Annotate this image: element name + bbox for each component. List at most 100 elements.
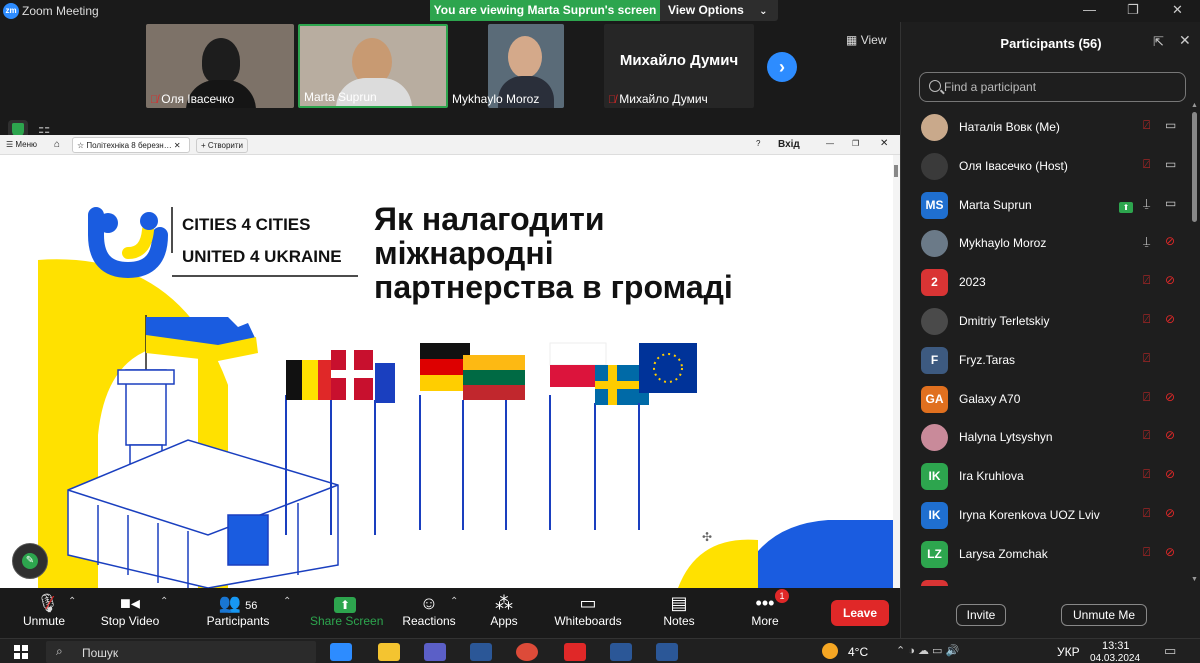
pdf-icon[interactable] xyxy=(564,643,586,661)
video-off-icon[interactable]: ⊘ xyxy=(1165,234,1175,248)
close-button[interactable]: ✕ xyxy=(1172,2,1183,18)
unmute-button[interactable]: 🎙⁄ Unmute xyxy=(18,588,70,638)
home-icon[interactable]: ⌂ xyxy=(54,139,60,150)
slide-scrollbar[interactable] xyxy=(893,155,900,588)
browser-tab[interactable]: ☆ Політехніка 8 березн… ✕ xyxy=(72,137,190,153)
mic-muted-icon[interactable]: ⍁ xyxy=(1143,467,1150,482)
login-button[interactable]: Вхід xyxy=(778,139,800,150)
video-off-icon[interactable]: ⊘ xyxy=(1165,545,1175,559)
participant-row[interactable]: Mykhaylo Moroz ⍊ ⊘ xyxy=(901,224,1191,263)
participant-name: Iryna Korenkova UOZ Lviv xyxy=(959,507,1100,522)
search-input[interactable] xyxy=(944,77,1179,97)
file-explorer-icon[interactable] xyxy=(378,643,400,661)
audio-options-chevron-icon[interactable]: ⌃ xyxy=(68,596,76,607)
new-tab-button[interactable]: + Створити xyxy=(196,138,249,153)
unmute-me-button[interactable]: Unmute Me xyxy=(1061,604,1147,626)
share-screen-button[interactable]: ⬆ Share Screen xyxy=(310,588,383,638)
video-tile[interactable]: 🎙̸ Оля Івасечко xyxy=(146,24,294,108)
weather-icon[interactable] xyxy=(822,643,838,659)
video-camera-icon[interactable]: ▭ xyxy=(1165,118,1176,132)
participant-row[interactable]: Dmitriy Terletskiy ⍁ ⊘ xyxy=(901,302,1191,341)
participant-row[interactable]: Оля Івасечко (Host) ⍁ ▭ xyxy=(901,147,1191,186)
mic-muted-icon[interactable]: ⍁ xyxy=(1143,390,1150,405)
participant-row[interactable]: IK Ira Kruhlova ⍁ ⊘ xyxy=(901,457,1191,496)
annotate-button[interactable]: ✎ xyxy=(12,543,48,579)
minimize-icon[interactable]: — xyxy=(826,139,834,148)
leave-button[interactable]: Leave xyxy=(831,600,889,626)
restore-icon[interactable]: ❐ xyxy=(852,139,859,148)
video-off-icon[interactable]: ⊘ xyxy=(1165,312,1175,326)
video-off-icon[interactable]: ⊘ xyxy=(1165,584,1175,586)
tray-icons[interactable]: ⌃ ◑ ☁ ▭ 🔊 xyxy=(896,644,959,657)
video-options-chevron-icon[interactable]: ⌃ xyxy=(160,596,168,607)
grid-view-icon: ▦ xyxy=(846,33,858,47)
chrome-icon[interactable] xyxy=(516,643,538,661)
video-off-icon[interactable]: ⊘ xyxy=(1165,467,1175,481)
windows-start-icon[interactable] xyxy=(14,645,28,659)
close-panel-icon[interactable]: ✕ xyxy=(1179,32,1191,49)
participant-row[interactable]: GA Galaxy A70 ⍁ ⊘ xyxy=(901,380,1191,419)
word-icon[interactable] xyxy=(656,643,678,661)
minimize-button[interactable]: — xyxy=(1083,2,1096,17)
visio-icon[interactable] xyxy=(610,643,632,661)
participant-row[interactable]: LZ Larysa Zomchak ⍁ ⊘ xyxy=(901,535,1191,574)
mic-muted-icon[interactable]: ⍁ xyxy=(1143,273,1150,288)
video-off-icon[interactable]: ⊘ xyxy=(1165,506,1175,520)
mic-muted-icon[interactable]: ⍁ xyxy=(1143,118,1150,133)
stop-video-button[interactable]: ■◂ Stop Video xyxy=(98,588,162,638)
participant-row[interactable]: Halyna Lytsyshyn ⍁ ⊘ xyxy=(901,418,1191,457)
clock-date[interactable]: 04.03.2024 xyxy=(1090,653,1140,663)
mic-muted-icon[interactable]: ⍁ xyxy=(1143,428,1150,443)
participants-options-chevron-icon[interactable]: ⌃ xyxy=(283,596,291,607)
next-page-button[interactable]: › xyxy=(767,52,797,82)
maximize-button[interactable]: ❐ xyxy=(1127,2,1139,18)
apps-button[interactable]: ⁂ Apps xyxy=(485,588,523,638)
video-off-icon[interactable]: ⊘ xyxy=(1165,273,1175,287)
participants-scrollbar[interactable]: ▲ ▼ xyxy=(1191,102,1198,586)
mic-icon[interactable]: ⍊ xyxy=(1143,234,1150,249)
participants-button[interactable]: 👥 56 Participants xyxy=(204,588,272,638)
teams-icon[interactable] xyxy=(424,643,446,661)
mic-icon[interactable]: ⍊ xyxy=(1143,196,1150,211)
popout-icon[interactable]: ⇱ xyxy=(1153,34,1164,50)
mic-muted-icon[interactable]: ⍁ xyxy=(1143,157,1150,172)
whiteboards-button[interactable]: ▭ Whiteboards xyxy=(552,588,624,638)
reactions-options-chevron-icon[interactable]: ⌃ xyxy=(450,596,458,607)
mic-muted-icon[interactable]: ⍁ xyxy=(1143,584,1150,586)
video-tile[interactable]: Михайло Думич 🎙̸ Михайло Думич xyxy=(604,24,754,108)
view-button[interactable]: ▦ View xyxy=(846,33,886,47)
sharing-banner: You are viewing Marta Suprun's screen Vi… xyxy=(430,0,778,21)
video-camera-icon[interactable]: ▭ xyxy=(1165,157,1176,171)
mic-muted-icon[interactable]: ⍁ xyxy=(1143,312,1150,327)
invite-button[interactable]: Invite xyxy=(956,604,1006,626)
participant-row[interactable]: IK Iryna Korenkova UOZ Lviv ⍁ ⊘ xyxy=(901,496,1191,535)
avatar xyxy=(921,230,948,258)
mic-muted-icon[interactable]: ⍁ xyxy=(1143,545,1150,560)
clock-time[interactable]: 13:31 xyxy=(1102,640,1130,652)
participant-search[interactable] xyxy=(919,72,1186,102)
participant-row[interactable]: F Fryz.Taras ⍁ xyxy=(901,341,1191,380)
mic-muted-icon[interactable]: ⍁ xyxy=(1143,506,1150,521)
mic-muted-icon[interactable]: ⍁ xyxy=(1143,351,1150,366)
notifications-icon[interactable]: ▭ xyxy=(1164,643,1176,659)
participant-video xyxy=(202,38,240,84)
taskbar-search[interactable]: ⌕ Пошук xyxy=(46,641,316,663)
menu-button[interactable]: ☰ Меню xyxy=(6,140,37,149)
language-indicator[interactable]: УКР xyxy=(1057,645,1080,659)
participant-row[interactable]: Наталія Вовк (Me) ⍁ ▭ xyxy=(901,108,1191,147)
zoom-app-icon[interactable] xyxy=(330,643,352,661)
close-icon[interactable]: ✕ xyxy=(880,138,888,149)
view-options-button[interactable]: View Options ⌄ xyxy=(668,0,768,21)
more-button[interactable]: ••• More 1 xyxy=(745,588,789,638)
video-camera-icon[interactable]: ▭ xyxy=(1165,196,1176,210)
participant-name: Ira Kruhlova xyxy=(959,469,1024,484)
participant-row[interactable]: MS Marta Suprun ⬆ ⍊ ▭ xyxy=(901,186,1191,225)
notes-button[interactable]: ▤ Notes xyxy=(660,588,698,638)
participant-row[interactable]: OMOleksandr Moskovets⍁⊘ xyxy=(901,574,1191,586)
save-icon[interactable] xyxy=(470,643,492,661)
video-off-icon[interactable]: ⊘ xyxy=(1165,428,1175,442)
participant-row[interactable]: 2 2023 ⍁ ⊘ xyxy=(901,263,1191,302)
help-icon[interactable]: ? xyxy=(756,139,760,148)
video-off-icon[interactable]: ⊘ xyxy=(1165,390,1175,404)
video-tile-active-speaker[interactable]: Marta Suprun xyxy=(298,24,448,108)
